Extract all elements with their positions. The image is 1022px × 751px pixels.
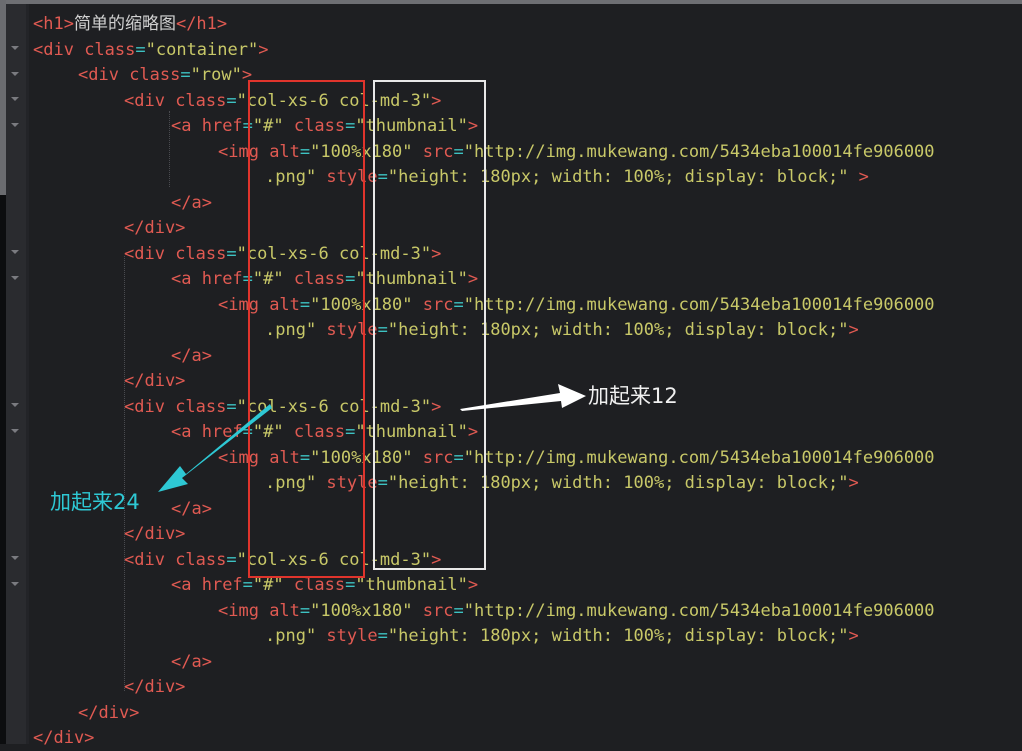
annotation-arrows xyxy=(158,384,586,492)
annotation-label-12: 加起来12 xyxy=(588,384,678,408)
white-arrow-icon xyxy=(460,384,586,411)
cyan-arrow-icon xyxy=(158,404,272,492)
annotation-label-24: 加起来24 xyxy=(50,490,140,514)
